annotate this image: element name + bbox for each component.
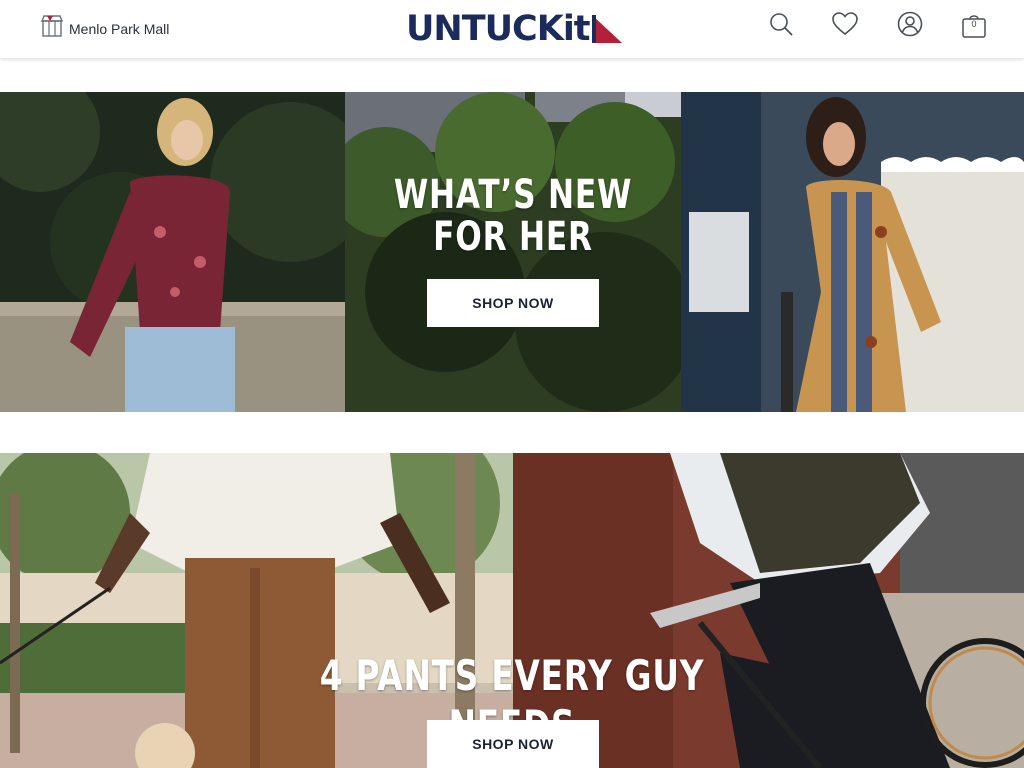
site-header: Menlo Park Mall UNTUCKit 0 (0, 0, 1024, 58)
women-photo-right (681, 92, 1024, 412)
store-icon (40, 14, 64, 43)
account-button[interactable] (896, 11, 924, 42)
logo-flag-icon (591, 14, 622, 48)
women-headline-line1: WHAT’S NEW (393, 172, 633, 218)
women-shop-now-button[interactable]: SHOP NOW (427, 279, 599, 327)
women-center-panel: WHAT’S NEW FOR HER SHOP NOW (345, 92, 681, 412)
cart-count: 0 (971, 19, 977, 29)
hero-women-banner[interactable]: WHAT’S NEW FOR HER SHOP NOW (0, 92, 1024, 412)
women-headline-line2: FOR HER (433, 214, 593, 260)
cart-button[interactable]: 0 (960, 12, 988, 40)
search-icon (768, 11, 794, 42)
store-label: Menlo Park Mall (69, 20, 170, 37)
heart-icon (832, 11, 858, 41)
store-selector[interactable]: Menlo Park Mall (40, 14, 170, 43)
women-photo-left (0, 92, 345, 412)
search-button[interactable] (767, 12, 795, 40)
account-icon (897, 11, 923, 42)
women-headline: WHAT’S NEW FOR HER (382, 174, 644, 258)
wishlist-button[interactable] (831, 11, 859, 41)
men-shop-now-button[interactable]: SHOP NOW (427, 720, 599, 768)
logo-text: UNTUCKit (406, 9, 591, 49)
cart-icon: 0 (960, 12, 988, 40)
site-logo[interactable]: UNTUCKit (406, 9, 622, 49)
hero-men-banner[interactable]: 4 PANTS EVERY GUY NEEDS SHOP NOW (0, 453, 1024, 768)
